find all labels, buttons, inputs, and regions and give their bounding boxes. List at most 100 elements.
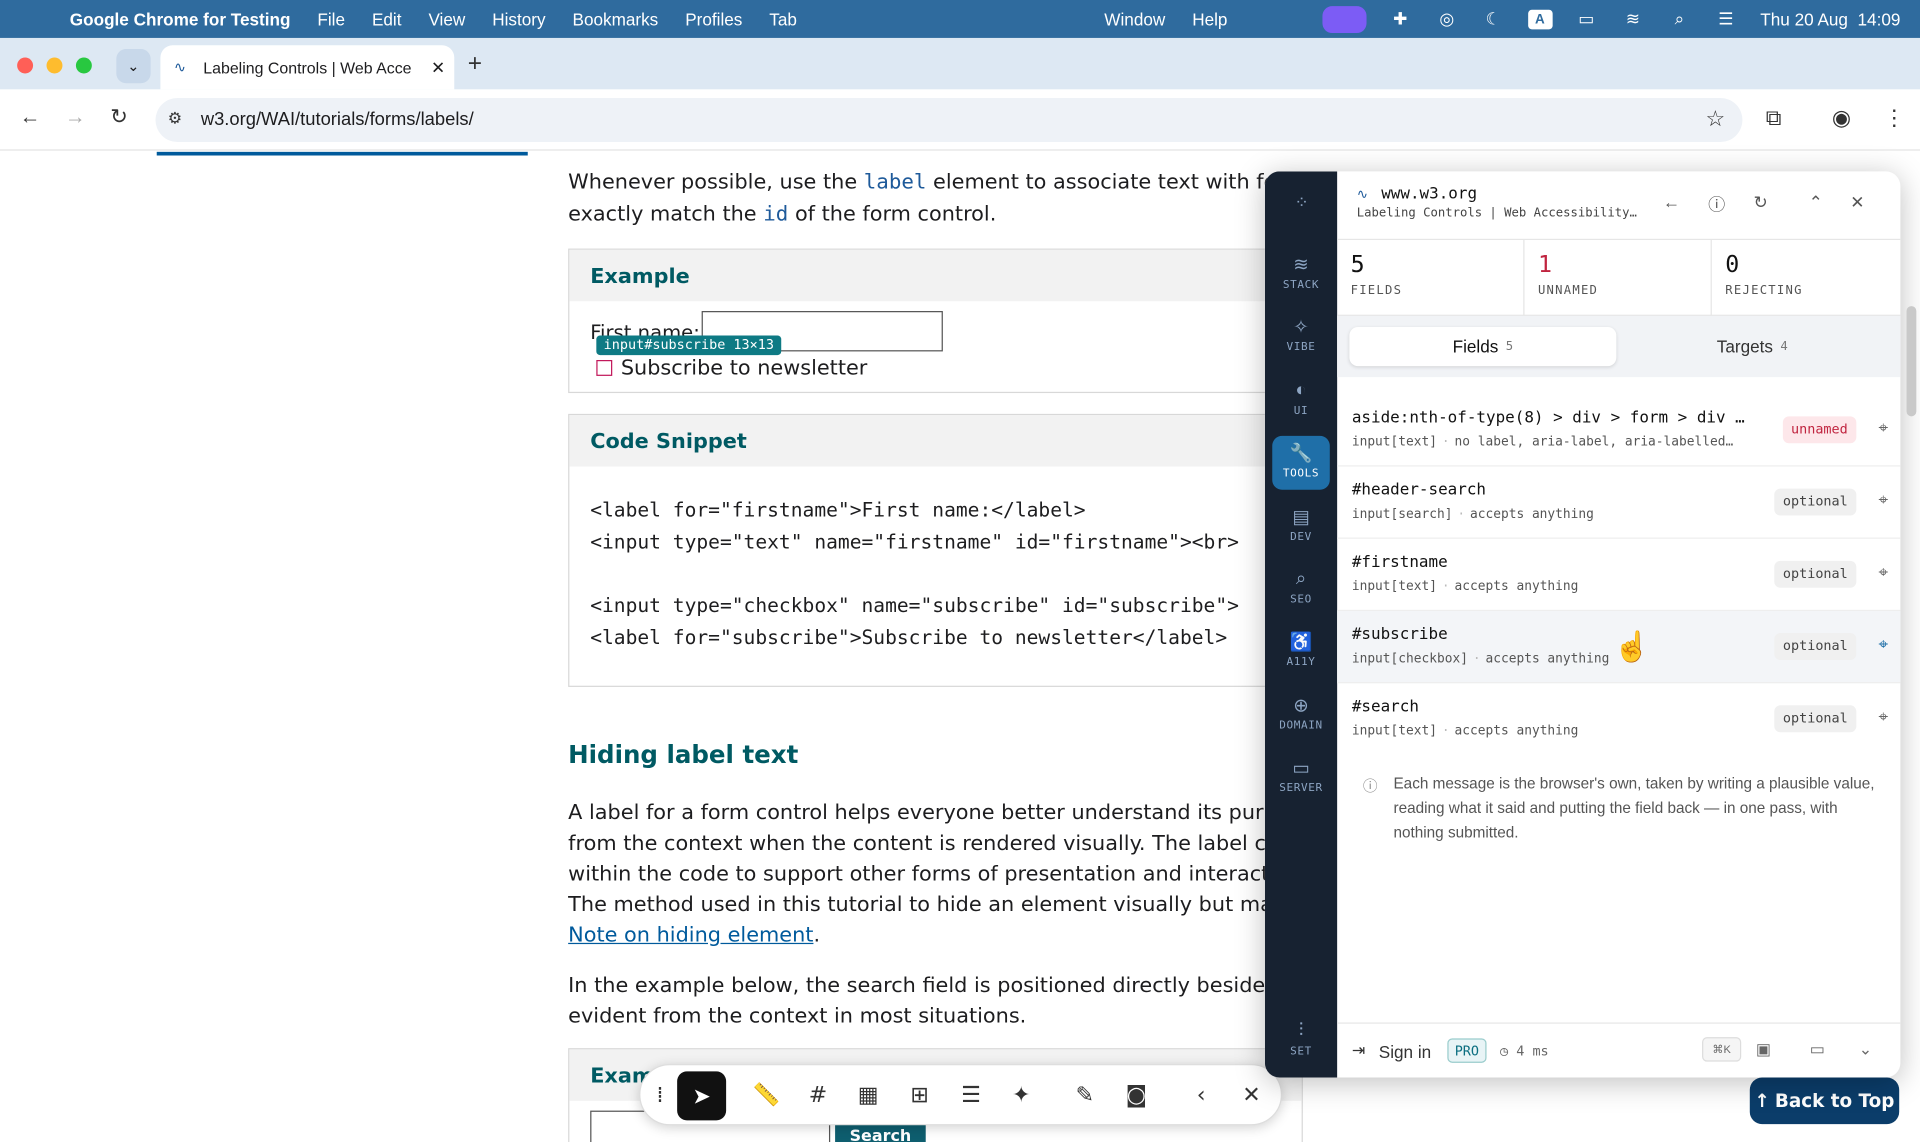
- sparkle-icon: ✧: [1293, 317, 1309, 338]
- moon-icon[interactable]: ☾: [1481, 9, 1505, 29]
- menu-help[interactable]: Help: [1192, 9, 1227, 29]
- pointer-select-icon[interactable]: ➤: [677, 1071, 727, 1121]
- chevron-left-icon[interactable]: ‹: [1187, 1080, 1216, 1109]
- drag-handle-icon[interactable]: ⁞: [648, 1080, 672, 1109]
- url-text[interactable]: w3.org/WAI/tutorials/forms/labels/: [201, 109, 474, 130]
- active-tab[interactable]: ∿ Labeling Controls | Web Acce ✕: [160, 45, 455, 90]
- close-window-button[interactable]: [17, 57, 34, 74]
- terminal-icon: ▤: [1292, 506, 1310, 528]
- menu-window[interactable]: Window: [1104, 9, 1165, 29]
- rail-a11y[interactable]: ♿ A11Y: [1272, 624, 1330, 678]
- tab-fields[interactable]: Fields 5: [1349, 326, 1617, 367]
- dock-icon[interactable]: ▭: [1810, 1040, 1825, 1060]
- sign-in-button[interactable]: Sign in: [1379, 1042, 1431, 1062]
- list-item[interactable]: #search input[text] · accepts anything opt…: [1337, 683, 1900, 755]
- rail-settings[interactable]: ⫶ SET: [1272, 1014, 1330, 1068]
- tab-strip: ⌄ ∿ Labeling Controls | Web Acce ✕ +: [0, 37, 1920, 90]
- new-tab-button[interactable]: +: [468, 50, 482, 78]
- more-menu-icon[interactable]: ⋮: [1883, 105, 1905, 131]
- back-to-top-button[interactable]: ↑ Back to Top: [1749, 1077, 1900, 1125]
- back-icon[interactable]: ←: [20, 105, 41, 129]
- minimize-window-button[interactable]: [46, 57, 63, 74]
- example-search-button[interactable]: Search: [835, 1122, 926, 1142]
- extension-tray-icon[interactable]: ✚: [1388, 9, 1412, 29]
- site-settings-icon[interactable]: ⚙: [168, 109, 182, 129]
- refresh-icon[interactable]: ↻: [1753, 192, 1767, 213]
- grid-frame-icon[interactable]: #: [803, 1080, 832, 1109]
- intro-paragraph-line-2: exactly match the id of the form control…: [568, 202, 997, 227]
- target-icon[interactable]: ⌖: [1879, 418, 1889, 439]
- page-scrollbar[interactable]: [1906, 306, 1917, 417]
- browser-toolbar: ← → ↻ ⚙ w3.org/WAI/tutorials/forms/label…: [0, 89, 1920, 151]
- bookmark-star-icon[interactable]: ☆: [1706, 107, 1726, 133]
- ruler-icon[interactable]: 📏: [752, 1080, 781, 1109]
- menu-bookmarks[interactable]: Bookmarks: [573, 9, 659, 29]
- wifi-icon[interactable]: ≋: [1621, 9, 1645, 29]
- panel-page-title: Labeling Controls | Web Accessibility…: [1356, 206, 1637, 221]
- menu-history[interactable]: History: [492, 9, 545, 29]
- profile-icon[interactable]: ◉: [1832, 105, 1851, 131]
- chevron-down-icon[interactable]: ⌄: [1859, 1040, 1872, 1060]
- color-picker-icon[interactable]: ✎: [1070, 1080, 1099, 1109]
- list-item[interactable]: aside:nth-of-type(8) > div > form > div …: [1337, 394, 1901, 467]
- rail-tools[interactable]: 🔧 TOOLS: [1272, 435, 1330, 490]
- subscribe-checkbox[interactable]: [596, 360, 613, 376]
- tab-targets[interactable]: Targets 4: [1616, 327, 1888, 366]
- example-heading: Example: [569, 249, 1302, 302]
- menu-profiles[interactable]: Profiles: [685, 9, 742, 29]
- rail-vibe[interactable]: ✧ VIBE: [1272, 310, 1330, 364]
- rail-server[interactable]: ▭ SERVER: [1272, 751, 1330, 805]
- target-icon[interactable]: ⌖: [1879, 634, 1889, 655]
- collapse-icon[interactable]: ⌃: [1809, 192, 1823, 213]
- rail-ui[interactable]: ◐ UI: [1272, 373, 1330, 427]
- tab-search-button[interactable]: ⌄: [116, 48, 151, 84]
- control-center-icon[interactable]: ☰: [1714, 9, 1738, 29]
- target-icon[interactable]: ⌖: [1879, 562, 1889, 583]
- spotlight-search-icon[interactable]: ⌕: [1667, 9, 1691, 29]
- target-icon[interactable]: ⌖: [1879, 490, 1889, 511]
- extensions-icon[interactable]: ⧉: [1766, 105, 1782, 131]
- code-snippet-heading: Code Snippet: [569, 415, 1302, 467]
- list-item[interactable]: #firstname input[text] · accepts anything …: [1337, 539, 1901, 612]
- menu-tab[interactable]: Tab: [769, 9, 797, 29]
- list-item[interactable]: #header-search input[search] · accepts any…: [1337, 467, 1901, 539]
- subscribe-label: Subscribe to newsletter: [620, 356, 868, 381]
- keyboard-input-icon[interactable]: A: [1527, 9, 1553, 29]
- menu-view[interactable]: View: [428, 9, 465, 29]
- stat-fields: 5 FIELDS: [1337, 240, 1525, 316]
- panel-close-icon[interactable]: ✕: [1850, 192, 1864, 213]
- layout-grid-icon[interactable]: ▦: [853, 1080, 882, 1109]
- reload-icon[interactable]: ↻: [110, 105, 127, 129]
- info-icon[interactable]: ⓘ: [1708, 192, 1725, 216]
- shortcut-hint[interactable]: ⌘K: [1702, 1037, 1742, 1062]
- battery-icon[interactable]: ▭: [1574, 9, 1598, 29]
- sparkle-icon[interactable]: ✦: [1007, 1080, 1036, 1109]
- rail-dev[interactable]: ▤ DEV: [1272, 500, 1330, 554]
- close-tab-icon[interactable]: ✕: [431, 57, 448, 78]
- close-toolbar-icon[interactable]: ✕: [1237, 1080, 1266, 1109]
- menu-edit[interactable]: Edit: [372, 9, 402, 29]
- ordered-list-icon[interactable]: ☰: [956, 1080, 985, 1109]
- forward-icon[interactable]: →: [65, 105, 86, 129]
- camera-icon[interactable]: ◙: [1122, 1080, 1151, 1109]
- rail-seo[interactable]: ⌕ SEO: [1272, 562, 1330, 616]
- code-line-5: <label for="subscribe">Subscribe to news…: [590, 625, 1228, 649]
- menu-file[interactable]: File: [317, 9, 345, 29]
- tab-title: Labeling Controls | Web Acce: [203, 58, 412, 77]
- rail-stack[interactable]: ≋ STACK: [1272, 247, 1330, 301]
- hiding-element-link[interactable]: Note on hiding element: [568, 923, 813, 947]
- status-circle-icon[interactable]: ◎: [1435, 9, 1459, 29]
- pro-badge[interactable]: PRO: [1447, 1038, 1487, 1063]
- screen-share-icon[interactable]: [1321, 5, 1366, 33]
- menu-app-name[interactable]: Google Chrome for Testing: [70, 9, 291, 29]
- panel-back-icon[interactable]: ←: [1663, 192, 1680, 212]
- sidebar-toggle-icon[interactable]: ▣: [1756, 1040, 1771, 1060]
- paragraph-line-5: Note on hiding element.: [568, 923, 821, 948]
- rail-domain[interactable]: ⊕ DOMAIN: [1272, 688, 1330, 742]
- table-icon[interactable]: ⊞: [905, 1080, 934, 1109]
- menu-clock[interactable]: Thu 20 Aug 14:09: [1760, 9, 1900, 29]
- zoom-window-button[interactable]: [75, 57, 92, 74]
- address-bar[interactable]: ⚙ w3.org/WAI/tutorials/forms/labels/ ☆: [155, 97, 1743, 143]
- target-icon[interactable]: ⌖: [1879, 707, 1889, 728]
- nav-accent-line: [156, 151, 528, 156]
